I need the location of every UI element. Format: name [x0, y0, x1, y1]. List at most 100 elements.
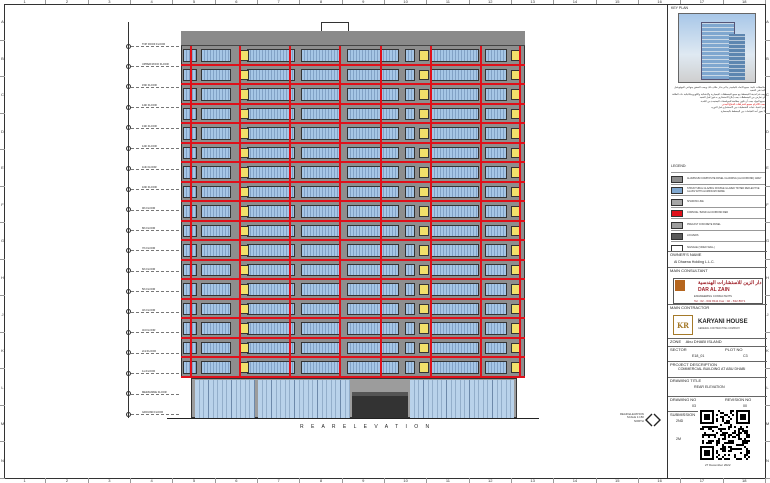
glazing-window — [247, 185, 295, 199]
glazing-window — [201, 283, 231, 296]
floor-row — [181, 241, 525, 261]
glazing-window — [485, 68, 507, 82]
legend-text: SHADOW LINE — [687, 199, 704, 203]
floor-row — [181, 300, 525, 320]
legend-text: LOUVERS — [687, 234, 699, 238]
glazing-window — [431, 205, 479, 218]
ruler-mark: M — [0, 406, 5, 443]
floor-row — [181, 183, 525, 203]
glazing-window — [431, 283, 479, 296]
row-ruler-left: ABCDEFGHJKLMN — [0, 4, 5, 479]
level-line — [131, 209, 179, 211]
ruler-mark: 12 — [470, 0, 512, 4]
glazing-window — [301, 88, 341, 101]
yellow-panel — [419, 50, 429, 61]
level-line — [131, 86, 179, 88]
floor-row — [181, 222, 525, 242]
glazing-window — [247, 244, 295, 257]
level-line — [131, 393, 179, 395]
level-line — [131, 332, 179, 334]
glazing-window — [405, 361, 415, 374]
consultant-telephone: Tel : 02 - 632 8111 Fax : 02 - 632 8671 — [694, 299, 746, 303]
podium-glazing-middle — [258, 380, 350, 418]
glazing-window — [201, 224, 231, 238]
glazing-window — [201, 68, 231, 82]
legend-text: STRUCTURAL GLAZING DOUBLE GLAZED TINTED … — [687, 186, 760, 193]
glazing-window — [485, 361, 507, 374]
legend-swatch — [671, 187, 683, 194]
glazing-window — [347, 224, 399, 238]
glazing-window — [301, 185, 341, 199]
red-vertical-band — [480, 46, 482, 378]
glazing-window — [405, 244, 415, 257]
ruler-mark: 13 — [512, 0, 555, 4]
drawing-title-field: DRAWING TITLE REAR ELEVATION — [668, 377, 767, 389]
legend-text: CORNICE / BAND ALUCOBOND RED — [687, 211, 729, 215]
yellow-panel — [419, 206, 429, 217]
zone-value: Abu DHABI ISLAND — [685, 339, 722, 344]
level-line — [131, 46, 179, 47]
glazing-window — [247, 107, 295, 121]
glazing-window — [347, 263, 399, 277]
glazing-window — [201, 107, 231, 121]
legend-text: SIGNAGE (VIDEO WALL) — [687, 245, 715, 249]
yellow-panel — [419, 245, 429, 256]
yellow-panel — [419, 128, 429, 139]
submission-value: 2ND — [676, 419, 684, 423]
floor-row — [181, 163, 525, 183]
glazing-window — [301, 146, 341, 160]
glazing-window — [431, 263, 479, 277]
glazing-window — [405, 263, 415, 277]
glazing-window — [201, 341, 231, 355]
podium-glazing-right — [410, 380, 514, 418]
red-vertical-band — [339, 46, 341, 378]
zone-field: ZONE Abu DHABI ISLAND — [668, 338, 767, 344]
ruler-mark: 1 — [4, 478, 47, 483]
consultant-emblem-icon — [675, 280, 685, 291]
column-ruler-bottom: 1 2 3 4 5 6 7 8 9 10 11 12 13 14 15 16 17 18 — [4, 478, 766, 483]
floor-row — [181, 124, 525, 144]
key-plan-label: KEY PLAN — [671, 6, 689, 10]
note-line: ملاحظات عامة: جميع الأبعاد بالمليمتر ما … — [674, 86, 765, 93]
ruler-mark: 7 — [258, 0, 301, 4]
glazing-window — [347, 361, 399, 374]
glazing-window — [405, 302, 415, 316]
plot-value: C3 — [743, 354, 748, 358]
ruler-mark: 9 — [343, 0, 385, 4]
note-line: لا يجوز أخذ القياسات من المخطط بالمسطرة — [720, 109, 765, 113]
legend-swatch — [671, 175, 683, 183]
glazing-window — [247, 341, 295, 355]
glazing-window — [485, 224, 507, 238]
yellow-panel — [419, 108, 429, 120]
level-dimension-line — [128, 22, 129, 418]
glazing-window — [431, 185, 479, 199]
level-line — [131, 414, 179, 415]
sector-field: SECTOR PLOT NO E18_01 C3 — [668, 346, 767, 358]
glazing-window — [431, 68, 479, 82]
floor-row — [181, 261, 525, 281]
contractor-name: KARYANI HOUSE — [698, 319, 748, 325]
scale-note-line: NORTH — [633, 418, 644, 423]
glazing-window — [347, 185, 399, 199]
ruler-mark: 10 — [385, 478, 428, 483]
red-vertical-band — [190, 46, 192, 378]
glazing-window — [431, 341, 479, 355]
ruler-mark: L — [0, 369, 5, 406]
drawing-sheet: 1 2 3 4 5 6 7 8 9 10 11 12 13 14 15 16 17 18 1 2 3 4 5 6 7 8 9 10 1… — [0, 0, 770, 483]
glazing-window — [301, 224, 341, 238]
glazing-window — [485, 244, 507, 257]
glazing-window — [431, 322, 479, 335]
column-ruler-top: 1 2 3 4 5 6 7 8 9 10 11 12 13 14 15 16 17 18 — [4, 0, 766, 4]
ruler-mark: J — [0, 296, 5, 333]
floor-row — [181, 202, 525, 222]
level-line — [131, 270, 179, 272]
issue-date: 27 December 2022 — [705, 463, 731, 467]
sector-values: E18_01 C3 — [668, 354, 767, 358]
ruler-mark: N — [0, 442, 5, 479]
glazing-window — [485, 205, 507, 218]
glazing-window — [405, 49, 415, 62]
level-line — [131, 107, 179, 109]
north-arrow-icon — [645, 413, 661, 427]
drawing-no-field: DRAWING NO REVISION NO 03 00 — [668, 396, 767, 408]
ruler-mark: D — [0, 114, 5, 151]
